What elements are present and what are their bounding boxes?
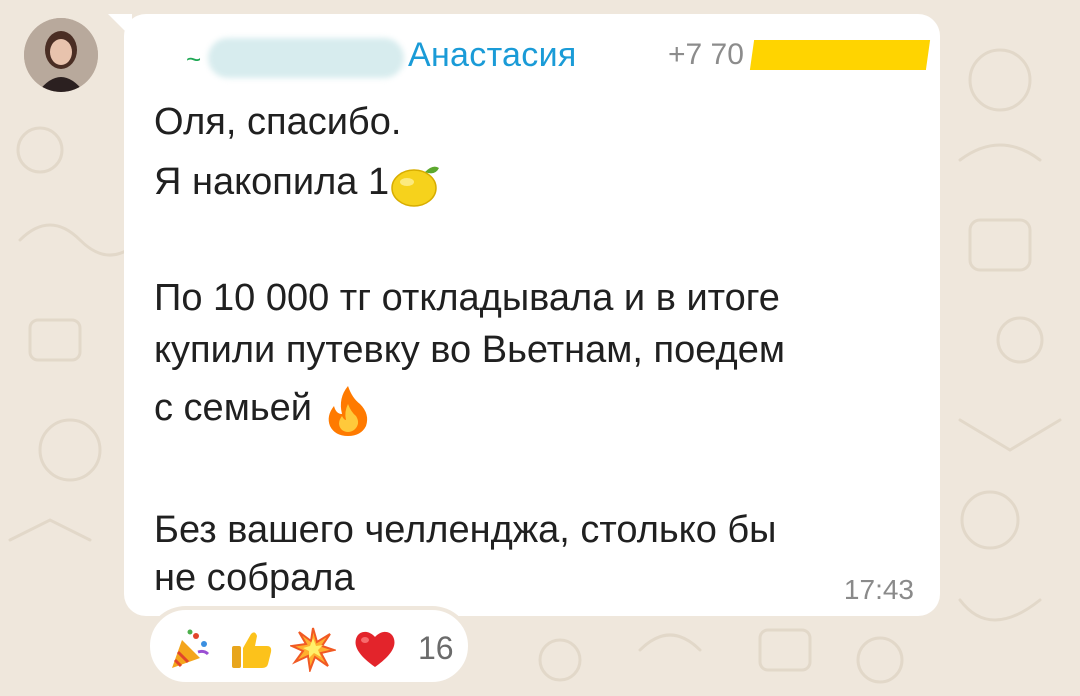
- sender-avatar[interactable]: [24, 18, 98, 92]
- avatar-photo: [24, 18, 98, 92]
- sender-name[interactable]: Анастасия: [408, 36, 577, 75]
- message-line: купили путевку во Вьетнам, поедем: [154, 322, 785, 378]
- message-line: По 10 000 тг откладывала и в итоге: [154, 270, 780, 326]
- message-text: не собрала: [154, 557, 355, 599]
- message-line: Оля, спасибо.: [154, 94, 401, 150]
- lemon-icon: [391, 166, 440, 207]
- message-text: Оля, спасибо.: [154, 101, 402, 143]
- fire-icon: [328, 385, 367, 436]
- phone-redaction-extra: [896, 62, 926, 70]
- message-header: ~ Анастасия +7 70: [156, 34, 931, 78]
- sender-phone: +7 70: [668, 38, 744, 71]
- message-text: Без вашего челленджа, столько бы: [154, 509, 777, 551]
- collision-icon[interactable]: [290, 626, 336, 672]
- message-line: не собрала: [154, 550, 355, 606]
- message-text: купили путевку во Вьетнам, поедем: [154, 329, 785, 371]
- message-text: По 10 000 тг откладывала и в итоге: [154, 277, 780, 319]
- message-text: Я накопила 1: [154, 161, 390, 203]
- message-line: с семьей: [154, 380, 373, 438]
- message-timestamp: 17:43: [843, 574, 914, 605]
- message-line: Я накопила 1: [154, 154, 443, 210]
- message-text: с семьей: [154, 387, 312, 429]
- sender-prefix: ~: [186, 44, 202, 74]
- reactions-count: 16: [418, 630, 454, 666]
- reactions-bar[interactable]: 16: [146, 606, 472, 686]
- party-popper-icon[interactable]: [166, 626, 212, 672]
- red-heart-icon[interactable]: [352, 626, 398, 672]
- blurred-sender-nickname: [208, 38, 404, 78]
- message-bubble[interactable]: ~ Анастасия +7 70 Оля, спасибо. Я накопи…: [124, 14, 940, 616]
- thumbs-up-icon[interactable]: [228, 626, 274, 672]
